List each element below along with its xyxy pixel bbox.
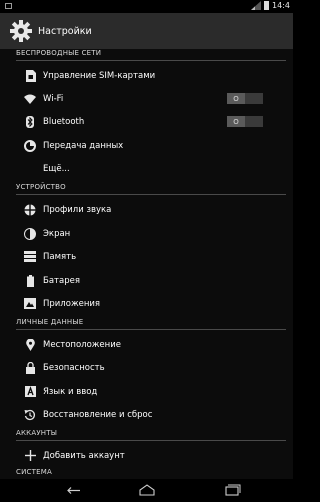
sound-icon — [24, 203, 36, 216]
storage-icon — [24, 251, 36, 263]
settings-item-label: Местоположение — [43, 339, 121, 350]
settings-item-language[interactable]: Язык и ввод — [0, 380, 293, 403]
settings-item-security[interactable]: Безопасность — [0, 356, 293, 379]
settings-item-location[interactable]: Местоположение — [0, 333, 293, 356]
settings-item-display[interactable]: Экран — [0, 222, 293, 245]
settings-item-label: Восстановление и сброс — [43, 409, 153, 420]
action-bar: Настройки — [0, 13, 293, 49]
toggle-knob: O — [227, 116, 245, 127]
settings-item-apps[interactable]: Приложения — [0, 292, 293, 315]
settings-item-storage[interactable]: Память — [0, 245, 293, 268]
battery-icon — [24, 274, 36, 287]
display-icon — [24, 227, 36, 240]
home-icon[interactable] — [137, 482, 157, 499]
section-header-accounts: АККАУНТЫ — [16, 429, 286, 441]
screenshot-notification-icon — [5, 3, 12, 9]
settings-item-label: Ещё... — [43, 163, 70, 174]
settings-item-label: Приложения — [43, 298, 101, 309]
status-bar: 14:4 — [0, 0, 293, 13]
sim-card-icon — [24, 69, 36, 82]
section-header-personal: ЛИЧНЫЕ ДАННЫЕ — [16, 318, 286, 330]
settings-item-label: Wi-Fi — [43, 93, 64, 104]
settings-item-sim[interactable]: Управление SIM-картами — [0, 64, 293, 87]
settings-item-sound[interactable]: Профили звука — [0, 198, 293, 221]
settings-item-label: Экран — [43, 228, 71, 239]
settings-item-label: Батарея — [43, 275, 80, 286]
location-icon — [24, 338, 36, 351]
settings-item-label: Управление SIM-картами — [43, 70, 156, 81]
settings-item-add-account[interactable]: Добавить аккаунт — [0, 444, 293, 467]
settings-item-label: Безопасность — [43, 362, 105, 373]
toggle-knob: O — [227, 93, 245, 104]
page-title: Настройки — [38, 25, 92, 37]
data-usage-icon — [24, 139, 36, 152]
settings-item-label: Язык и ввод — [43, 386, 98, 397]
back-icon[interactable] — [64, 482, 84, 499]
section-header-system: СИСТЕМА — [16, 468, 52, 476]
settings-item-label: Добавить аккаунт — [43, 450, 125, 461]
apps-icon — [24, 298, 36, 310]
battery-status-icon — [264, 1, 270, 10]
clock: 14:4 — [272, 1, 290, 10]
bluetooth-toggle[interactable]: O — [227, 116, 263, 127]
settings-item-backup-reset[interactable]: Восстановление и сброс — [0, 403, 293, 426]
settings-item-wifi[interactable]: Wi-Fi O — [0, 87, 293, 110]
restore-icon — [24, 409, 36, 421]
settings-item-label: Профили звука — [43, 204, 112, 215]
settings-item-more[interactable]: Ещё... — [0, 157, 293, 180]
signal-icon — [251, 1, 262, 10]
section-header-wireless: БЕСПРОВОДНЫЕ СЕТИ — [16, 49, 286, 61]
add-icon — [24, 450, 36, 462]
settings-item-label: Память — [43, 251, 77, 262]
navigation-bar — [0, 479, 293, 502]
wifi-icon — [24, 93, 36, 105]
settings-gear-icon[interactable] — [7, 17, 35, 45]
settings-item-bluetooth[interactable]: Bluetooth O — [0, 110, 293, 133]
settings-item-battery[interactable]: Батарея — [0, 269, 293, 292]
lock-icon — [24, 361, 36, 374]
recents-icon[interactable] — [222, 482, 242, 499]
bluetooth-icon — [24, 115, 36, 128]
wifi-toggle[interactable]: O — [227, 93, 263, 104]
settings-item-label: Передача данных — [43, 140, 124, 151]
settings-item-label: Bluetooth — [43, 116, 85, 127]
settings-list: БЕСПРОВОДНЫЕ СЕТИ Управление SIM-картами… — [0, 49, 293, 479]
settings-item-data-usage[interactable]: Передача данных — [0, 134, 293, 157]
language-icon — [24, 386, 36, 398]
section-header-device: УСТРОЙСТВО — [16, 183, 286, 195]
